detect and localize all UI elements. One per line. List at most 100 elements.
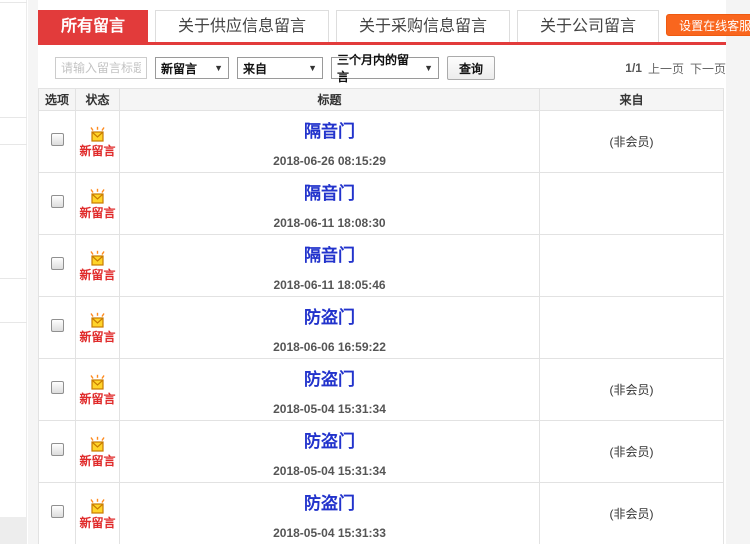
table-row: 新留言 防盗门 2018-05-04 15:31:34 (非会员) [38,420,724,483]
from-select-value: 来自 [243,61,268,76]
table-row: 新留言 防盗门 2018-06-06 16:59:22 [38,296,724,359]
status-cell: 新留言 [75,110,120,173]
select-cell [38,234,76,297]
row-checkbox[interactable] [50,442,64,456]
background-gap [28,0,38,544]
tab-all-messages[interactable]: 所有留言 [38,10,149,42]
tab-company-messages[interactable]: 关于公司留言 [517,10,660,42]
row-checkbox[interactable] [50,504,64,518]
period-select-value: 三个月内的留言 [337,53,410,84]
new-message-label: 新留言 [79,206,116,220]
row-checkbox[interactable] [50,132,64,146]
message-title-link[interactable]: 隔音门 [120,117,539,142]
divider [0,144,27,145]
select-cell [38,358,76,421]
status-cell: 新留言 [75,172,120,235]
message-title-link[interactable]: 防盗门 [120,489,539,514]
title-cell: 防盗门 2018-05-04 15:31:34 [119,358,540,421]
message-date: 2018-06-11 18:08:30 [273,216,386,230]
header-select: 选项 [38,88,76,111]
table-row: 新留言 防盗门 2018-05-04 15:31:33 (非会员) [38,482,724,544]
row-checkbox[interactable] [50,194,64,208]
table-row: 新留言 隔音门 2018-06-11 18:05:46 [38,234,724,297]
from-select[interactable]: 来自 ▼ [237,57,323,79]
status-select-value: 新留言 [161,61,198,76]
member-status-text: (非会员) [609,506,654,521]
new-message-envelope-icon [90,188,105,204]
from-cell: (非会员) [539,482,724,544]
title-cell: 隔音门 2018-06-11 18:05:46 [119,234,540,297]
messages-table: 选项 状态 标题 来自 新留言 隔音门 2018-06-26 08:15:29 … [38,88,724,544]
message-date: 2018-05-04 15:31:34 [273,464,386,478]
from-cell: (非会员) [539,110,724,173]
chevron-down-icon: ▼ [214,63,223,73]
from-cell [539,296,724,359]
row-checkbox[interactable] [50,380,64,394]
new-message-envelope-icon [90,436,105,452]
select-cell [38,420,76,483]
message-date: 2018-06-26 08:15:29 [273,154,386,168]
background-panel-right [726,0,750,544]
background-block [0,517,27,544]
row-checkbox[interactable] [50,318,64,332]
divider [0,278,27,279]
filter-bar: 新留言 ▼ 来自 ▼ 三个月内的留言 ▼ 查询 1/1 上一页 下一页 [38,53,726,84]
from-cell: (非会员) [539,420,724,483]
from-cell [539,172,724,235]
row-checkbox[interactable] [50,256,64,270]
message-date: 2018-05-04 15:31:34 [273,402,386,416]
header-status: 状态 [75,88,120,111]
new-message-envelope-icon [90,126,105,142]
status-cell: 新留言 [75,234,120,297]
message-title-link[interactable]: 防盗门 [120,303,539,328]
message-title-link[interactable]: 隔音门 [120,179,539,204]
set-online-service-button[interactable]: 设置在线客服 [666,14,750,36]
new-message-envelope-icon [90,498,105,514]
pagination: 1/1 上一页 下一页 [625,60,726,77]
message-date: 2018-06-06 16:59:22 [273,340,386,354]
message-title-link[interactable]: 防盗门 [120,365,539,390]
status-cell: 新留言 [75,358,120,421]
select-cell [38,296,76,359]
select-cell [38,482,76,544]
title-cell: 防盗门 2018-05-04 15:31:34 [119,420,540,483]
select-cell [38,110,76,173]
title-cell: 防盗门 2018-06-06 16:59:22 [119,296,540,359]
divider [0,117,27,118]
new-message-label: 新留言 [79,392,116,406]
new-message-label: 新留言 [79,144,116,158]
message-title-search-input[interactable] [55,57,147,79]
prev-page-link[interactable]: 上一页 [648,60,684,77]
message-title-link[interactable]: 隔音门 [120,241,539,266]
header-title: 标题 [119,88,540,111]
status-cell: 新留言 [75,296,120,359]
table-row: 新留言 隔音门 2018-06-26 08:15:29 (非会员) [38,110,724,173]
period-select[interactable]: 三个月内的留言 ▼ [331,53,439,84]
tab-purchase-messages[interactable]: 关于采购信息留言 [336,10,511,42]
message-admin-panel: 所有留言 关于供应信息留言 关于采购信息留言 关于公司留言 设置在线客服 新留言… [38,0,750,544]
divider [0,322,27,323]
divider [0,2,27,3]
from-cell: (非会员) [539,358,724,421]
tab-bar: 所有留言 关于供应信息留言 关于采购信息留言 关于公司留言 设置在线客服 [38,0,750,45]
tab-supply-messages[interactable]: 关于供应信息留言 [155,10,330,42]
new-message-label: 新留言 [79,268,116,282]
next-page-link[interactable]: 下一页 [690,60,726,77]
query-button[interactable]: 查询 [447,56,496,80]
member-status-text: (非会员) [609,134,654,149]
member-status-text: (非会员) [609,444,654,459]
new-message-envelope-icon [90,312,105,328]
status-cell: 新留言 [75,420,120,483]
table-header-row: 选项 状态 标题 来自 [38,88,724,111]
page-count: 1/1 [625,61,642,75]
new-message-envelope-icon [90,250,105,266]
message-title-link[interactable]: 防盗门 [120,427,539,452]
message-date: 2018-05-04 15:31:33 [273,526,386,540]
title-cell: 防盗门 2018-05-04 15:31:33 [119,482,540,544]
chevron-down-icon: ▼ [308,63,317,73]
member-status-text: (非会员) [609,382,654,397]
new-message-label: 新留言 [79,454,116,468]
status-cell: 新留言 [75,482,120,544]
status-select[interactable]: 新留言 ▼ [155,57,229,79]
message-date: 2018-06-11 18:05:46 [273,278,386,292]
